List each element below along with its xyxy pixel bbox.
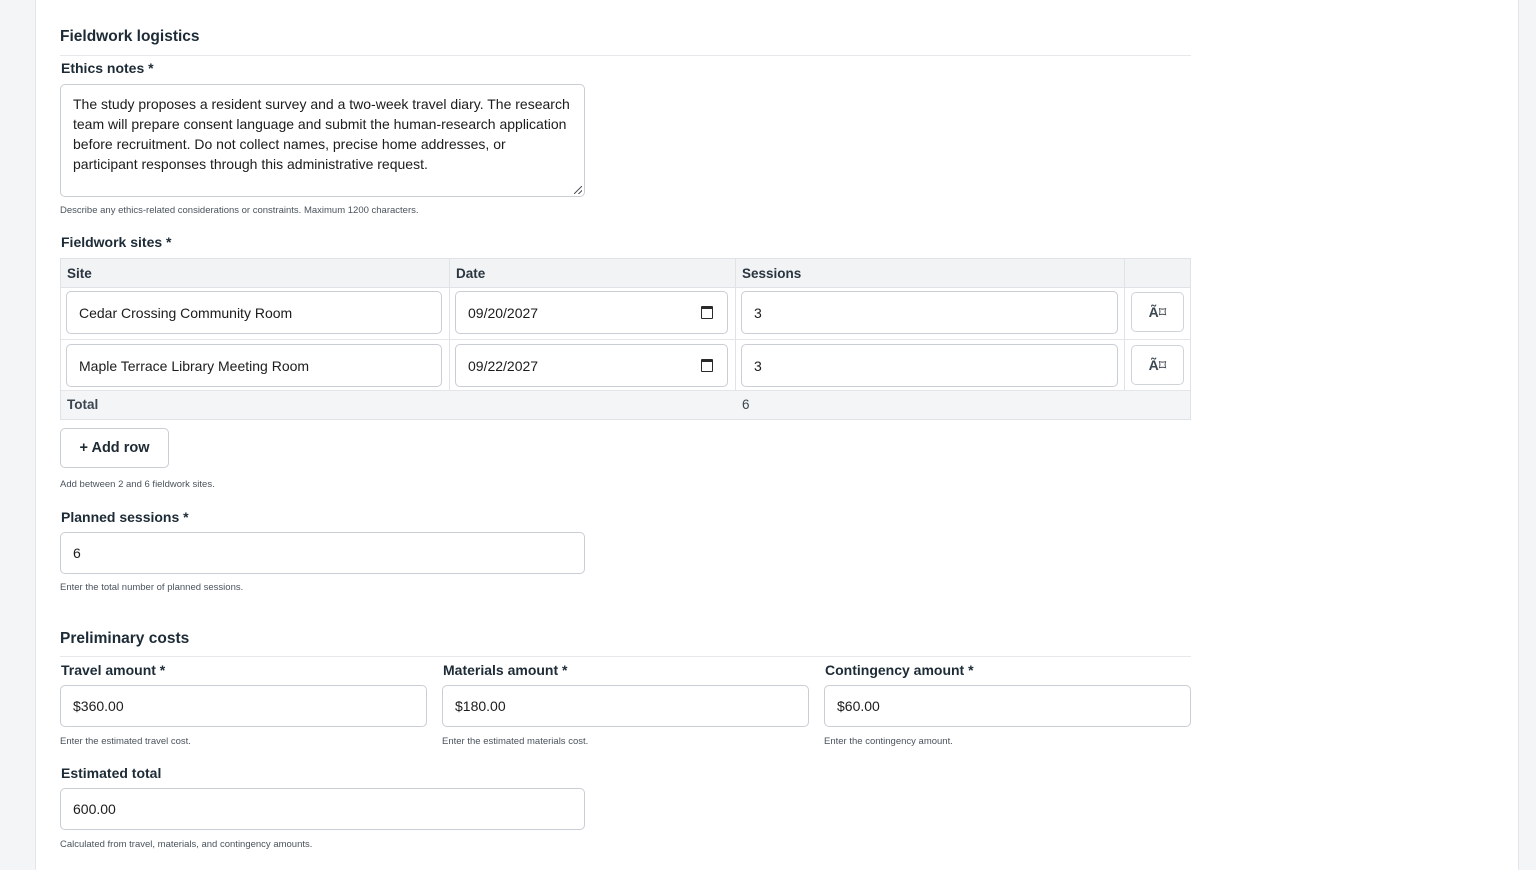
table-header bbox=[61, 259, 1190, 288]
remove-row-icon: Ã⌑ bbox=[1148, 303, 1167, 320]
add-row-label: + Add row bbox=[79, 440, 150, 456]
calendar-icon[interactable] bbox=[701, 305, 713, 319]
ethics-notes-textarea[interactable]: The study proposes a resident survey and… bbox=[60, 84, 585, 197]
travel-amount-value: $360.00 bbox=[73, 698, 124, 714]
sessions-input-value: 3 bbox=[754, 304, 762, 321]
planned-sessions-value: 6 bbox=[73, 545, 81, 561]
materials-amount-label: Materials amount * bbox=[443, 662, 568, 678]
estimated-total-value: 600.00 bbox=[73, 801, 116, 817]
date-input[interactable]: 09/20/2027 bbox=[455, 291, 728, 334]
ethics-notes-help: Describe any ethics-related consideratio… bbox=[60, 205, 419, 216]
total-sessions-value: 6 bbox=[742, 397, 750, 412]
travel-amount-label: Travel amount * bbox=[61, 662, 166, 678]
remove-row-button[interactable]: Ã⌑ bbox=[1131, 345, 1184, 385]
planned-sessions-label: Planned sessions * bbox=[61, 509, 189, 525]
estimated-total-input[interactable]: 600.00 bbox=[60, 788, 585, 830]
section-title-fieldwork: Fieldwork logistics bbox=[60, 28, 200, 45]
travel-amount-help: Enter the estimated travel cost. bbox=[60, 736, 191, 747]
calendar-icon[interactable] bbox=[701, 358, 713, 372]
contingency-amount-help: Enter the contingency amount. bbox=[824, 736, 953, 747]
section-divider bbox=[60, 656, 1191, 657]
site-input-value: Cedar Crossing Community Room bbox=[79, 304, 293, 321]
site-input[interactable]: Maple Terrace Library Meeting Room bbox=[66, 344, 442, 387]
estimated-total-label: Estimated total bbox=[61, 765, 162, 781]
site-input-value: Maple Terrace Library Meeting Room bbox=[79, 357, 310, 374]
travel-amount-input[interactable]: $360.00 bbox=[60, 685, 427, 727]
fieldwork-sites-help: Add between 2 and 6 fieldwork sites. bbox=[60, 479, 215, 490]
sessions-input[interactable]: 3 bbox=[741, 344, 1118, 387]
date-input-value: 09/22/2027 bbox=[468, 357, 539, 374]
total-label: Total bbox=[67, 397, 99, 412]
fieldwork-sites-label: Fieldwork sites * bbox=[61, 234, 172, 250]
date-input-value: 09/20/2027 bbox=[468, 304, 539, 321]
planned-sessions-help: Enter the total number of planned sessio… bbox=[60, 582, 244, 593]
materials-amount-value: $180.00 bbox=[455, 698, 506, 714]
contingency-amount-label: Contingency amount * bbox=[825, 662, 974, 678]
remove-row-icon: Ã⌑ bbox=[1148, 356, 1167, 373]
remove-row-button[interactable]: Ã⌑ bbox=[1131, 292, 1184, 332]
section-title-costs: Preliminary costs bbox=[60, 630, 190, 647]
column-header-site: Site bbox=[67, 266, 92, 281]
materials-amount-help: Enter the estimated materials cost. bbox=[442, 736, 589, 747]
fieldwork-sites-table: Site Date Sessions Total 6 bbox=[60, 258, 1191, 420]
sessions-input[interactable]: 3 bbox=[741, 291, 1118, 334]
column-header-date: Date bbox=[456, 266, 486, 281]
estimated-total-help: Calculated from travel, materials, and c… bbox=[60, 839, 313, 850]
site-input[interactable]: Cedar Crossing Community Room bbox=[66, 291, 442, 334]
add-row-button[interactable]: + Add row bbox=[60, 428, 169, 468]
date-input[interactable]: 09/22/2027 bbox=[455, 344, 728, 387]
contingency-amount-input[interactable]: $60.00 bbox=[824, 685, 1191, 727]
column-header-sessions: Sessions bbox=[742, 266, 802, 281]
contingency-amount-value: $60.00 bbox=[837, 698, 880, 714]
table-footer bbox=[61, 391, 1190, 419]
row-divider bbox=[61, 339, 1190, 340]
materials-amount-input[interactable]: $180.00 bbox=[442, 685, 809, 727]
section-divider bbox=[60, 55, 1191, 56]
ethics-notes-label: Ethics notes * bbox=[61, 60, 154, 76]
planned-sessions-input[interactable]: 6 bbox=[60, 532, 585, 574]
resize-handle-icon[interactable] bbox=[574, 186, 582, 194]
ethics-notes-text: The study proposes a resident survey and… bbox=[73, 96, 570, 172]
sessions-input-value: 3 bbox=[754, 357, 762, 374]
